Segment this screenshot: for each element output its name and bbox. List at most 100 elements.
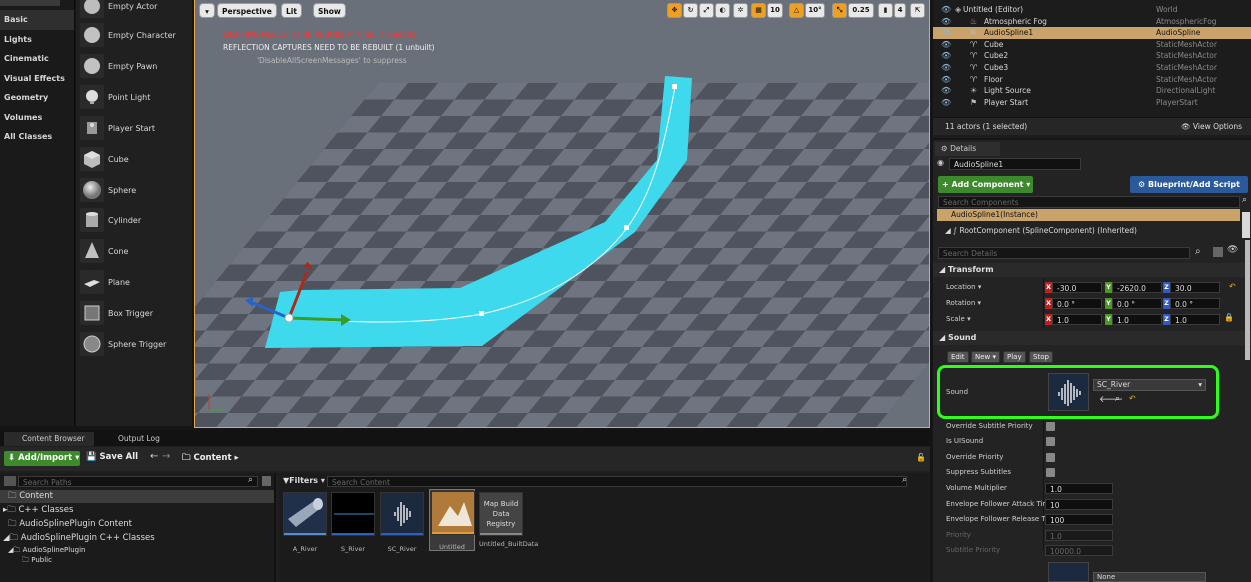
rotation-y-field[interactable]: 0.0 ° — [1112, 298, 1162, 309]
visibility-eye-icon[interactable]: 👁 — [941, 50, 951, 62]
outliner-row[interactable]: 👁 ♨ Atmospheric Fog AtmosphericFog — [933, 16, 1251, 28]
search-content-input[interactable]: Search Content — [327, 476, 907, 487]
root-component-row[interactable]: ◢ ∫ RootComponent (SplineComponent) (Inh… — [945, 226, 1137, 235]
tab-content-browser[interactable]: Content Browser × — [4, 432, 94, 457]
reset-arrow-icon[interactable]: ↶ — [1129, 394, 1136, 403]
move-tool-icon[interactable]: ✥ — [667, 3, 682, 18]
actor-player-start[interactable]: Player Start — [80, 116, 190, 144]
lock-icon[interactable]: 🔓 — [916, 453, 926, 462]
scale-z-field[interactable]: 1.0 — [1170, 314, 1220, 325]
outliner-row[interactable]: 👁 ♈ Cube StaticMeshActor — [933, 39, 1251, 51]
actor-empty-character[interactable]: Empty Character — [80, 23, 190, 51]
outliner-row[interactable]: 👁 ☀ Light Source DirectionalLight — [933, 85, 1251, 97]
search-icon[interactable]: ⌕ — [248, 475, 253, 485]
outliner-row[interactable]: 👁 ♈ Cube3 StaticMeshActor — [933, 62, 1251, 74]
filters-button[interactable]: ▼Filters ▾ — [283, 476, 325, 485]
scale-label[interactable]: Scale ▾ — [946, 315, 971, 323]
forward-arrow-icon[interactable]: → — [162, 451, 170, 462]
actor-empty-pawn[interactable]: Empty Pawn — [80, 54, 190, 82]
visibility-eye-icon[interactable]: 👁 — [941, 97, 951, 109]
override-subtitle-checkbox[interactable] — [1046, 422, 1055, 431]
actor-cylinder[interactable]: Cylinder — [80, 208, 190, 236]
world-local-icon[interactable]: ◐ — [715, 3, 730, 18]
category-lights[interactable]: Lights — [0, 30, 74, 50]
new-button[interactable]: New ▾ — [971, 351, 1001, 363]
override-priority-checkbox[interactable] — [1046, 453, 1055, 462]
component-instance-row[interactable]: AudioSpline1(Instance) — [937, 209, 1240, 221]
scale-snap-icon[interactable]: ⤡ — [832, 3, 847, 18]
actor-name-field[interactable]: AudioSpline1 — [949, 158, 1081, 170]
attenuation-dropdown[interactable]: None — [1093, 572, 1206, 582]
scale-y-field[interactable]: 1.0 — [1112, 314, 1162, 325]
category-volumes[interactable]: Volumes — [0, 108, 74, 128]
blueprint-add-script-button[interactable]: ⚙ Blueprint/Add Script — [1130, 176, 1248, 193]
category-cinematic[interactable]: Cinematic — [0, 49, 74, 69]
visibility-eye-icon[interactable]: 👁 — [941, 16, 951, 28]
grid-snap-value[interactable]: 10 — [767, 3, 783, 18]
actor-plane[interactable]: Plane — [80, 270, 190, 298]
suppress-subtitles-checkbox[interactable] — [1046, 468, 1055, 477]
camera-speed-value[interactable]: 4 — [894, 3, 906, 18]
scale-snap-value[interactable]: 0.25 — [848, 3, 874, 18]
level-viewport[interactable]: ▾ Perspective Lit Show ✥ ↻ ⤢ ◐ ✲ ▦ 10 △ … — [194, 0, 930, 428]
asset-a-river[interactable]: A_River — [283, 492, 327, 553]
source-audio-spline-plugin[interactable]: ◢🗀 AudioSplinePlugin — [0, 545, 274, 555]
is-ui-sound-checkbox[interactable] — [1046, 437, 1055, 446]
outliner-row[interactable]: 👁 ⚑ Player Start PlayerStart — [933, 97, 1251, 109]
category-geometry[interactable]: Geometry — [0, 88, 74, 108]
asset-untitled-built-data[interactable]: Map Build Data Registry Untitled_BuiltDa… — [479, 492, 538, 548]
reset-arrow-icon[interactable]: ↶ — [1229, 282, 1236, 291]
rotation-z-field[interactable]: 0.0 ° — [1170, 298, 1220, 309]
source-content[interactable]: 🗀 Content — [0, 490, 274, 503]
rotation-snap-icon[interactable]: △ — [789, 3, 804, 18]
search-details-input[interactable]: Search Details — [938, 247, 1190, 259]
lock-icon[interactable]: 🔒 — [1224, 313, 1234, 322]
rotation-x-field[interactable]: 0.0 ° — [1052, 298, 1102, 309]
components-scrollbar[interactable] — [1242, 212, 1250, 238]
add-component-button[interactable]: + Add Component ▾ — [938, 176, 1033, 193]
actor-cone[interactable]: Cone — [80, 239, 190, 267]
camera-speed-icon[interactable]: ▮ — [878, 3, 893, 18]
stop-button[interactable]: Stop — [1029, 351, 1053, 363]
sound-cue-thumbnail[interactable] — [1048, 373, 1089, 411]
edit-button[interactable]: Edit — [947, 351, 969, 363]
surface-snap-icon[interactable]: ✲ — [733, 3, 748, 18]
actor-point-light[interactable]: Point Light — [80, 85, 190, 113]
category-basic[interactable]: Basic — [0, 10, 74, 30]
browse-search-icon[interactable]: ⌕ — [1115, 394, 1120, 404]
view-options-icon[interactable] — [262, 476, 271, 486]
category-visual-effects[interactable]: Visual Effects — [0, 69, 74, 89]
outliner-row[interactable]: 👁 ⚟ AudioSpline1 AudioSpline — [933, 27, 1251, 39]
actor-cube[interactable]: Cube — [80, 147, 190, 175]
property-matrix-icon[interactable] — [1213, 247, 1223, 257]
actor-box-trigger[interactable]: Box Trigger — [80, 301, 190, 329]
visibility-eye-icon[interactable]: 👁 — [941, 39, 951, 51]
search-paths-input[interactable]: Search Paths — [18, 476, 258, 487]
show-button[interactable]: Show — [313, 3, 346, 18]
rotate-tool-icon[interactable]: ↻ — [683, 3, 698, 18]
rotation-label[interactable]: Rotation ▾ — [946, 299, 981, 307]
actor-sphere-trigger[interactable]: Sphere Trigger — [80, 332, 190, 360]
visibility-eye-icon[interactable]: 👁 — [941, 74, 951, 86]
visibility-eye-icon[interactable]: 👁 — [941, 4, 951, 16]
play-button[interactable]: Play — [1003, 351, 1026, 363]
source-cpp-classes[interactable]: ▸🗀 C++ Classes — [0, 504, 274, 517]
sound-section-header[interactable]: ◢ Sound — [933, 331, 1251, 345]
search-icon[interactable]: ⌕ — [1242, 195, 1247, 205]
search-components-input[interactable]: Search Components — [938, 196, 1240, 208]
view-options-button[interactable]: 👁 View Options — [1181, 122, 1242, 131]
source-public[interactable]: 🗀 Public — [0, 555, 274, 565]
asset-untitled[interactable]: Untitled — [429, 489, 475, 551]
scale-tool-icon[interactable]: ⤢ — [699, 3, 714, 18]
collapse-sources-icon[interactable] — [4, 476, 16, 486]
envelope-attack-field[interactable]: 10 — [1045, 499, 1113, 510]
perspective-button[interactable]: Perspective — [217, 3, 277, 18]
source-plugin-cpp-classes[interactable]: ◢🗀 AudioSplinePlugin C++ Classes — [0, 532, 274, 545]
save-all-button[interactable]: 💾 Save All — [86, 452, 138, 462]
location-label[interactable]: Location ▾ — [946, 283, 981, 291]
visibility-eye-icon[interactable]: 👁 — [941, 62, 951, 74]
actor-empty-actor[interactable]: Empty Actor — [80, 0, 190, 22]
outliner-row[interactable]: 👁 ♈ Floor StaticMeshActor — [933, 74, 1251, 86]
category-all-classes[interactable]: All Classes — [0, 127, 74, 147]
source-plugin-content[interactable]: 🗀 AudioSplinePlugin Content — [0, 518, 274, 531]
